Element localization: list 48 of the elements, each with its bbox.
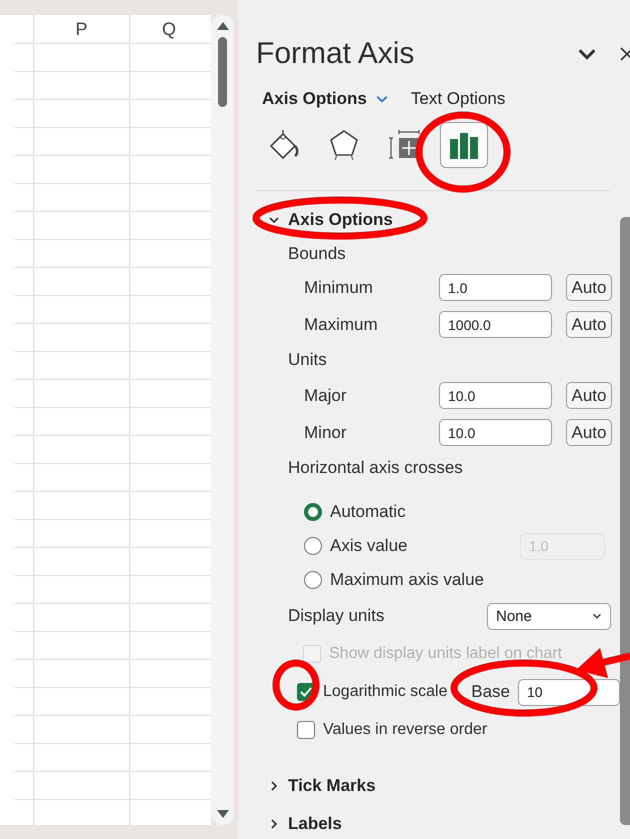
checkmark-icon [300,687,312,697]
scroll-down-icon[interactable] [216,809,230,819]
checkbox-label: Logarithmic scale [323,683,448,701]
section-header[interactable]: Labels [256,805,342,839]
section-header[interactable]: Axis Options [256,201,393,239]
pentagon-icon [328,128,360,162]
checkbox-label: Show display units label on chart [329,645,562,663]
field-label: Display units [287,606,386,626]
field-label: Maximum [303,314,379,334]
base-field[interactable]: 10 [518,678,620,706]
options-tab[interactable]: Text Options [410,89,506,109]
scrollbar-thumb[interactable] [218,37,228,107]
units-dropdown[interactable]: None [487,602,611,630]
annotation-arrow [576,648,630,678]
field-label: Minimum [303,278,374,298]
field-label: Major [303,386,348,406]
field-label: Base [471,682,510,702]
field-label: Minor [303,422,348,442]
section-header[interactable]: Tick Marks [256,767,376,805]
radio-label: Maximum axis value [330,570,485,590]
radio-button[interactable] [304,571,322,589]
scrollbar-thumb[interactable] [620,217,630,825]
checkbox-label: Values in reverse order [323,721,488,739]
group-label: Bounds [287,244,346,264]
annotation-circle [272,660,320,710]
group-label: Units [287,350,327,370]
category-tab[interactable] [440,122,488,168]
radio-label: Axis value [330,536,408,556]
checkbox[interactable] [297,721,315,739]
number-field[interactable]: 1.0 [439,274,552,301]
radio-button[interactable] [304,537,322,555]
radio-button[interactable] [304,503,322,521]
column-header[interactable]: P [34,15,130,43]
paint-bucket-icon [267,128,301,162]
number-field[interactable]: 10.0 [439,382,552,409]
number-field[interactable]: 10.0 [439,419,552,446]
radio-label: Automatic [330,502,407,522]
group-label: Horizontal axis crosses [287,458,463,478]
auto-button[interactable]: Auto [566,274,612,301]
scroll-up-icon[interactable] [216,21,230,31]
caret-icon [592,611,602,621]
column-header[interactable]: Q [130,15,208,43]
auto-button[interactable]: Auto [566,382,612,409]
options-tab[interactable]: Axis Options [262,89,389,109]
auto-button[interactable]: Auto [566,419,612,446]
pane-title: Format Axis [256,37,416,71]
number-field[interactable]: 1000.0 [439,311,552,338]
auto-button[interactable]: Auto [566,311,612,338]
